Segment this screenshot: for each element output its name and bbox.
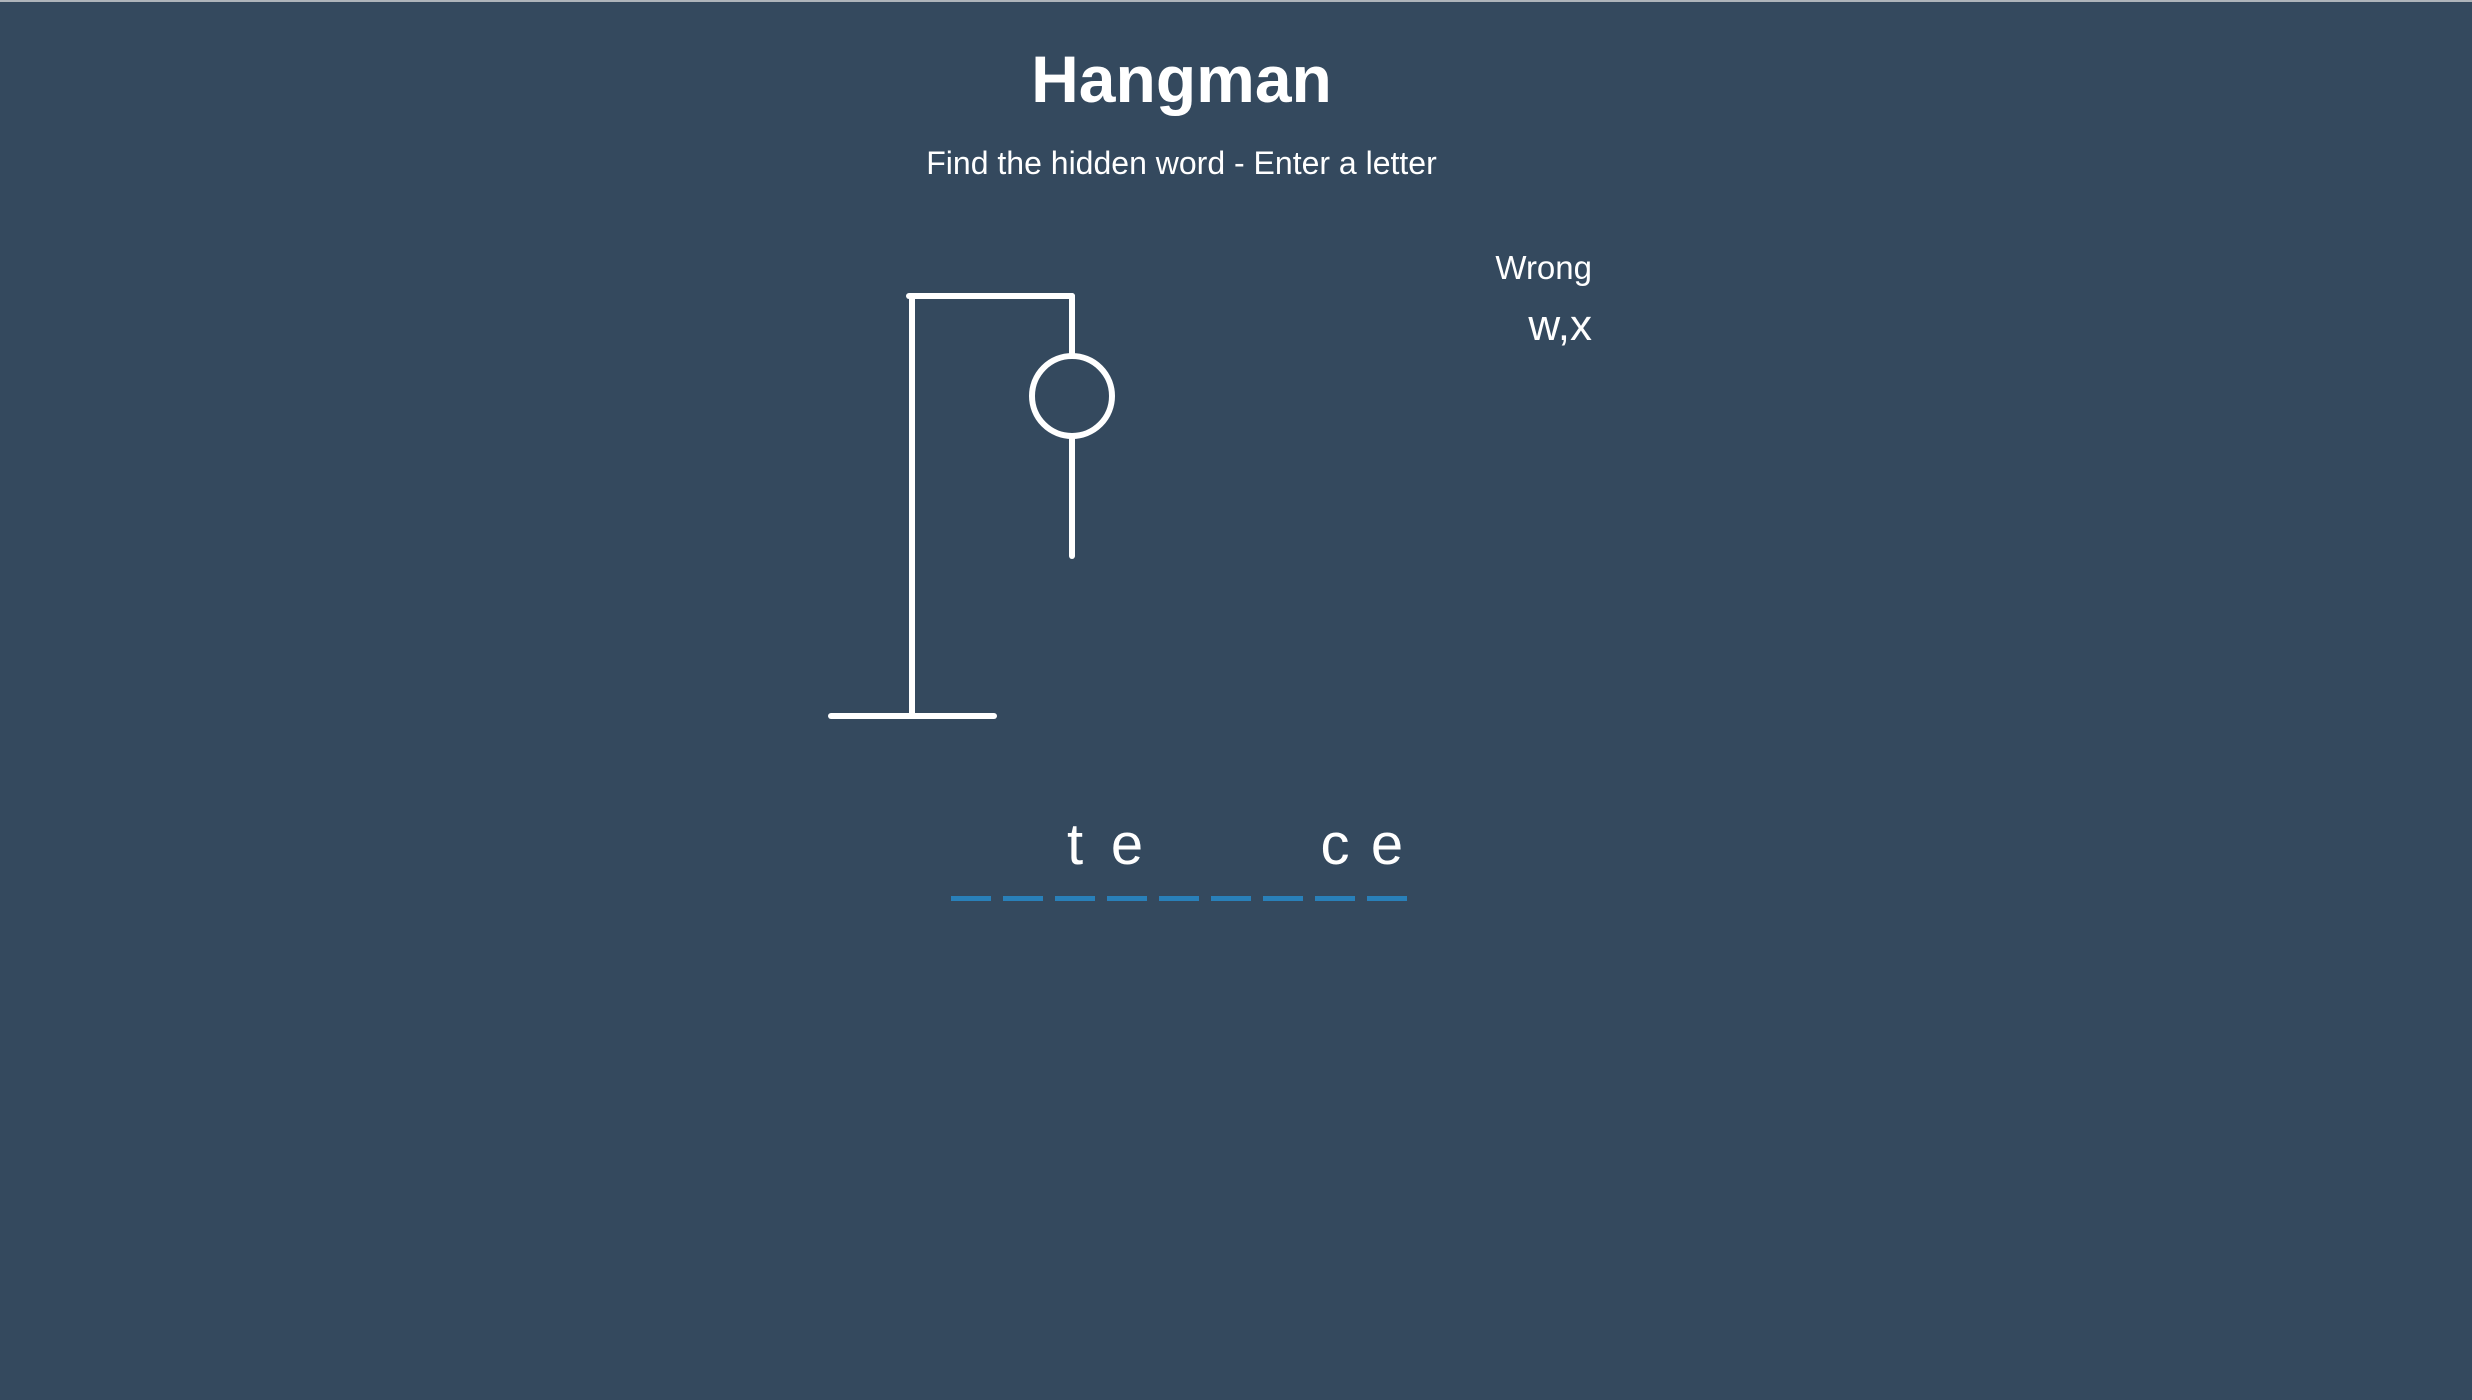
game-title: Hangman <box>1031 42 1332 116</box>
game-instructions: Find the hidden word - Enter a letter <box>926 145 1437 181</box>
letter-slot <box>1263 800 1303 901</box>
letter-slot <box>1003 800 1043 901</box>
letter-slot <box>1211 800 1251 901</box>
letter-slot: c <box>1315 800 1355 901</box>
wrong-letters-list: w,x <box>1528 301 1592 350</box>
hangman-gallows <box>828 293 1115 719</box>
letter-slot <box>1159 800 1199 901</box>
letter-slot: e <box>1107 800 1147 901</box>
wrong-letters-label: Wrong <box>1495 249 1592 286</box>
letter-slot: e <box>1367 800 1407 901</box>
letter-slot: t <box>1055 800 1095 901</box>
letter-slot <box>951 800 991 901</box>
window-top-border <box>0 0 2472 2</box>
hidden-word: t e c e <box>951 800 1407 901</box>
figure-head <box>1029 353 1115 439</box>
wrong-letters-panel: Wrong w,x <box>1400 248 1592 352</box>
